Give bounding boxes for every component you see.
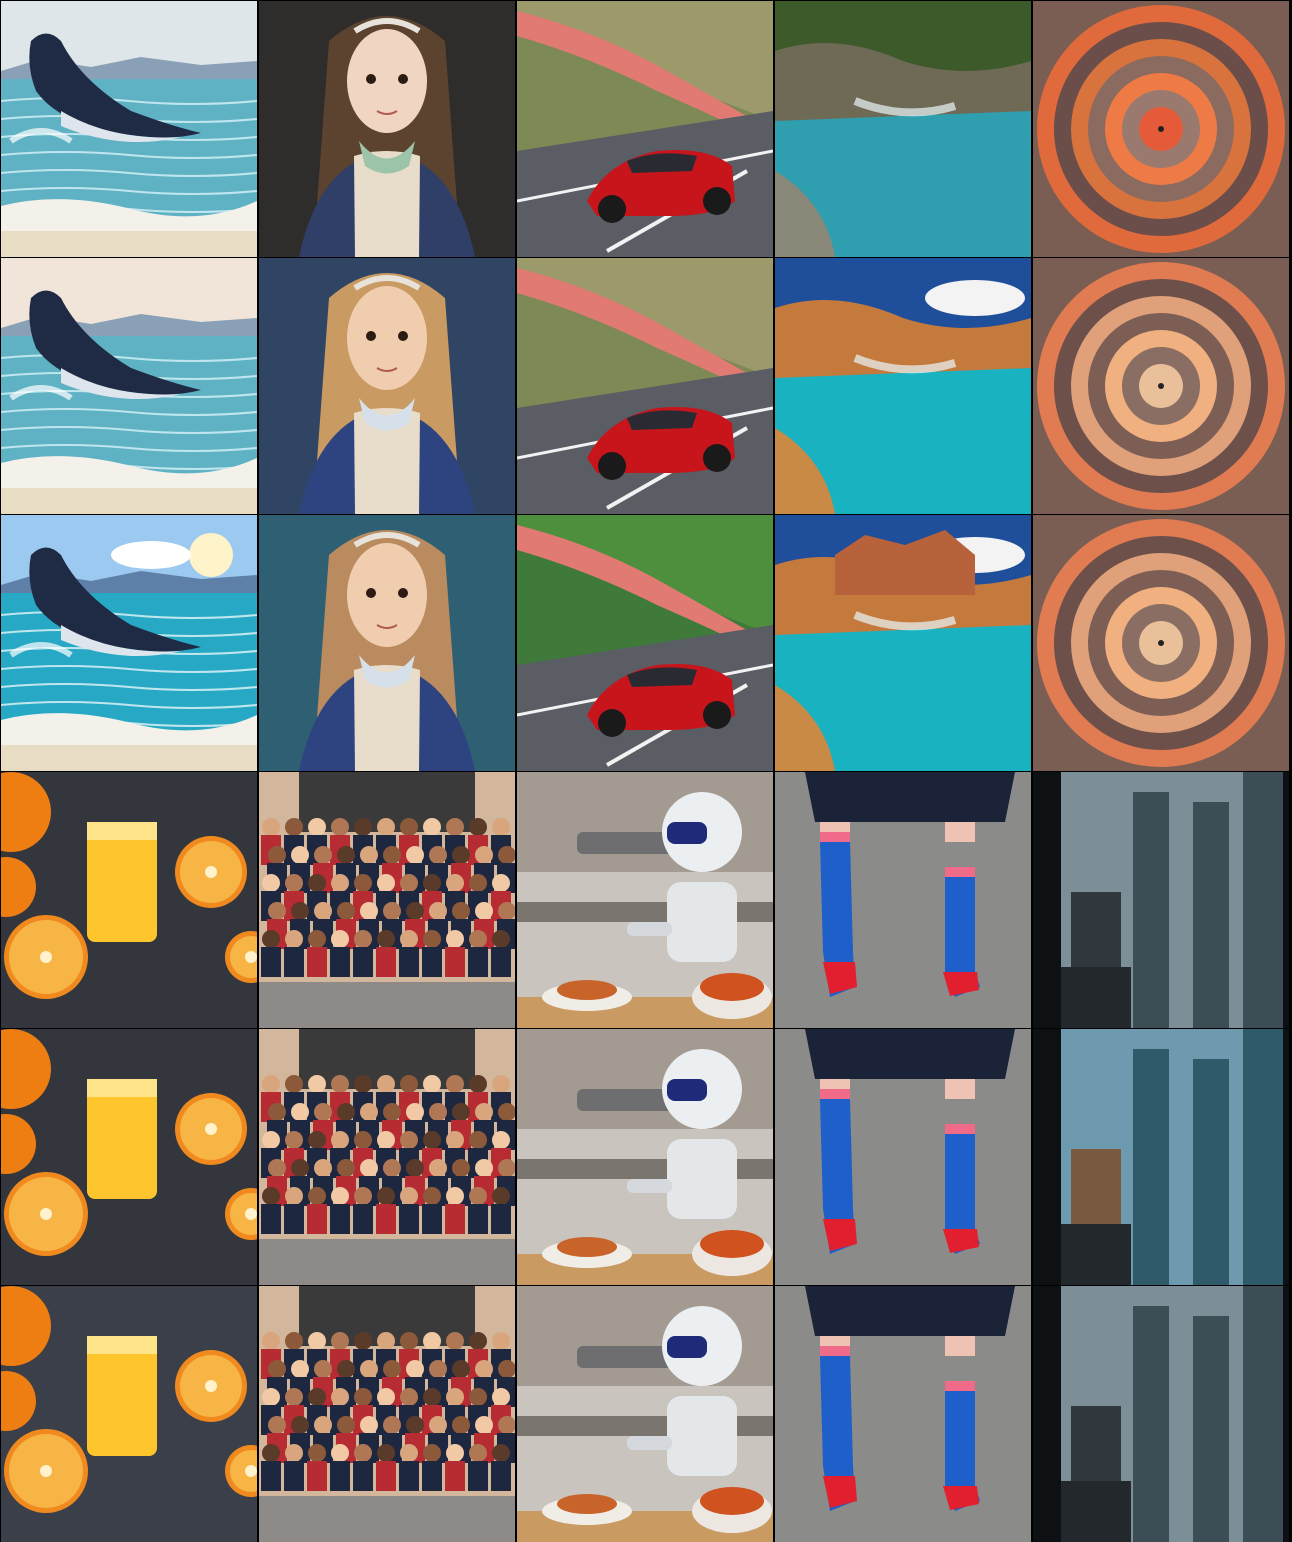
image-tile-oranges-3 xyxy=(1,1286,257,1542)
image-grid xyxy=(0,0,1292,1542)
image-tile-oranges-2 xyxy=(1,1029,257,1285)
whale-image xyxy=(1,258,257,514)
river-image xyxy=(775,515,1031,771)
image-tile-red-car-1 xyxy=(517,1,773,257)
image-tile-socks-3 xyxy=(775,1286,1031,1542)
red-car-image xyxy=(517,515,773,771)
city-rain-image xyxy=(1033,1029,1289,1285)
image-tile-city-rain-2 xyxy=(1033,1029,1289,1285)
image-tile-girl-portrait-1 xyxy=(259,1,515,257)
image-tile-rings-2 xyxy=(1033,258,1289,514)
robot-chef-image xyxy=(517,772,773,1028)
image-tile-city-rain-3 xyxy=(1033,1286,1289,1542)
image-tile-city-rain-1 xyxy=(1033,772,1289,1028)
group-photo-image xyxy=(259,1286,515,1542)
city-rain-image xyxy=(1033,772,1289,1028)
image-tile-whale-3 xyxy=(1,515,257,771)
rings-image xyxy=(1033,258,1289,514)
river-image xyxy=(775,258,1031,514)
image-tile-river-2 xyxy=(775,258,1031,514)
robot-chef-image xyxy=(517,1029,773,1285)
image-tile-robot-chef-1 xyxy=(517,772,773,1028)
socks-image xyxy=(775,772,1031,1028)
group-photo-image xyxy=(259,1029,515,1285)
rings-image xyxy=(1033,1,1289,257)
image-tile-girl-portrait-2 xyxy=(259,258,515,514)
image-tile-robot-chef-3 xyxy=(517,1286,773,1542)
girl-portrait-image xyxy=(259,258,515,514)
image-tile-river-1 xyxy=(775,1,1031,257)
city-rain-image xyxy=(1033,1286,1289,1542)
image-tile-red-car-3 xyxy=(517,515,773,771)
image-tile-rings-1 xyxy=(1033,1,1289,257)
image-tile-robot-chef-2 xyxy=(517,1029,773,1285)
image-tile-socks-2 xyxy=(775,1029,1031,1285)
red-car-image xyxy=(517,1,773,257)
rings-image xyxy=(1033,515,1289,771)
red-car-image xyxy=(517,258,773,514)
river-image xyxy=(775,1,1031,257)
oranges-image xyxy=(1,1029,257,1285)
image-tile-group-photo-3 xyxy=(259,1286,515,1542)
oranges-image xyxy=(1,1286,257,1542)
image-tile-group-photo-2 xyxy=(259,1029,515,1285)
oranges-image xyxy=(1,772,257,1028)
socks-image xyxy=(775,1029,1031,1285)
image-tile-socks-1 xyxy=(775,772,1031,1028)
girl-portrait-image xyxy=(259,1,515,257)
robot-chef-image xyxy=(517,1286,773,1542)
image-tile-group-photo-1 xyxy=(259,772,515,1028)
whale-image xyxy=(1,1,257,257)
image-tile-red-car-2 xyxy=(517,258,773,514)
image-tile-whale-2 xyxy=(1,258,257,514)
image-tile-oranges-1 xyxy=(1,772,257,1028)
socks-image xyxy=(775,1286,1031,1542)
image-tile-rings-3 xyxy=(1033,515,1289,771)
image-tile-river-3 xyxy=(775,515,1031,771)
image-tile-girl-portrait-3 xyxy=(259,515,515,771)
image-tile-whale-1 xyxy=(1,1,257,257)
group-photo-image xyxy=(259,772,515,1028)
whale-image xyxy=(1,515,257,771)
girl-portrait-image xyxy=(259,515,515,771)
